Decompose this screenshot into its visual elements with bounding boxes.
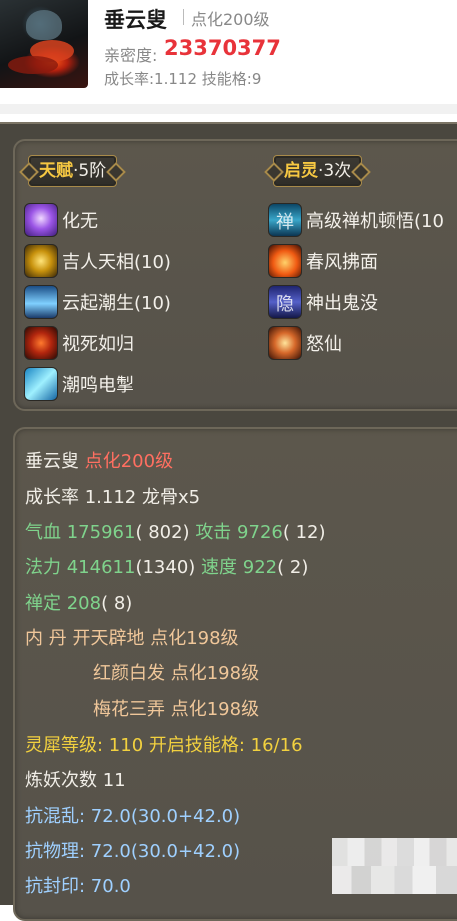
stats-mp-spd-row: 法力 414611(1340) 速度 922( 2) <box>25 553 308 579</box>
flame-skull-icon <box>24 326 58 360</box>
lianyao-row: 炼妖次数 11 <box>25 770 126 791</box>
stats-dan-row-1: 内 丹 开天辟地 点化198级 <box>25 624 239 650</box>
awaken-tag: 启灵·3次 <box>273 155 363 187</box>
skill-label: 视死如归 <box>62 334 134 355</box>
avatar-figure-base <box>8 56 58 74</box>
pet-avatar[interactable] <box>0 0 88 88</box>
hp-bonus: ( 802) <box>135 522 190 543</box>
stats-hp-atk-row: 气血 175961( 802) 攻击 9726( 12) <box>25 518 326 544</box>
hp-label: 气血 <box>25 522 61 543</box>
pet-name: 垂云叟 <box>104 8 167 32</box>
intimacy-label: 亲密度: <box>104 46 158 65</box>
angry-immortal-icon <box>268 326 302 360</box>
resist-seal: 抗封印: 70.0 <box>25 876 131 897</box>
zen-insight-icon: 禅 <box>268 203 302 237</box>
stats-name-row: 垂云叟 点化200级 <box>25 447 173 473</box>
cloud-tide-icon <box>24 285 58 319</box>
spd-bonus: ( 2) <box>277 557 309 578</box>
awaken-value: ·3次 <box>318 161 352 181</box>
mp-label: 法力 <box>25 557 61 578</box>
mp-value: 414611 <box>66 557 136 578</box>
pet-header: 垂云叟 点化200级 亲密度: 23370377 成长率:1.112 技能格:9 <box>0 0 457 104</box>
stats-growth: 成长率 1.112 龙骨x5 <box>25 487 201 508</box>
icon-glyph: 禅 <box>276 212 294 233</box>
stats-pet-name: 垂云叟 <box>25 451 79 472</box>
stats-pet-level: 点化200级 <box>84 451 174 472</box>
hp-value: 175961 <box>66 522 136 543</box>
awaken-label: 启灵 <box>284 161 318 181</box>
icon-glyph: 隐 <box>276 294 294 315</box>
dan-item-1: 开天辟地 点化198级 <box>72 628 239 649</box>
skill-label: 高级禅机顿悟(10 <box>306 211 444 232</box>
dan-label: 内 丹 <box>25 628 67 649</box>
lingxi-row: 灵犀等级: 110 开启技能格: 16/16 <box>25 735 303 756</box>
divider <box>183 9 184 25</box>
mp-bonus: (1340) <box>135 557 196 578</box>
skill-label: 潮鸣电掣 <box>62 375 134 396</box>
atk-label: 攻击 <box>195 522 232 543</box>
stealth-icon: 隐 <box>268 285 302 319</box>
lightning-wave-icon <box>24 367 58 401</box>
golden-blessing-icon <box>24 244 58 278</box>
atk-bonus: ( 12) <box>282 522 326 543</box>
spring-breeze-icon <box>268 244 302 278</box>
spacer <box>0 114 457 122</box>
dan-item-3-text: 梅花三弄 点化198级 <box>93 699 260 720</box>
atk-value: 9726 <box>237 522 283 543</box>
talent-value: ·5阶 <box>73 161 107 181</box>
dan-item-3: 梅花三弄 点化198级 <box>93 695 259 721</box>
section-separator <box>0 104 457 114</box>
talent-tag: 天赋·5阶 <box>28 155 118 187</box>
talent-label: 天赋 <box>39 161 73 181</box>
skill-label: 春风拂面 <box>306 252 378 273</box>
blurred-watermark <box>332 838 457 894</box>
resist-chaos: 抗混乱: 72.0(30.0+42.0) <box>25 806 241 827</box>
dan-item-2-text: 红颜白发 点化198级 <box>93 663 260 684</box>
skill-label: 吉人天相(10) <box>62 252 171 273</box>
resist-physical: 抗物理: 72.0(30.0+42.0) <box>25 841 241 862</box>
skill-label: 神出鬼没 <box>306 293 378 314</box>
dan-item-2: 红颜白发 点化198级 <box>93 659 259 685</box>
growth-skill-slots: 成长率:1.112 技能格:9 <box>104 70 262 88</box>
pet-level: 点化200级 <box>191 10 270 29</box>
spd-label: 速度 <box>201 557 238 578</box>
spirit-orb-icon <box>24 203 58 237</box>
zen-value: 208 <box>66 593 102 614</box>
skill-label: 怒仙 <box>306 334 342 355</box>
stats-zen-row: 禅定 208( 8) <box>25 589 132 615</box>
avatar-figure-head <box>26 10 62 40</box>
spd-value: 922 <box>242 557 278 578</box>
intimacy-value: 23370377 <box>164 36 281 60</box>
zen-label: 禅定 <box>25 593 61 614</box>
skill-label: 云起潮生(10) <box>62 293 171 314</box>
zen-bonus: ( 8) <box>101 593 133 614</box>
skill-label: 化无 <box>62 211 98 232</box>
